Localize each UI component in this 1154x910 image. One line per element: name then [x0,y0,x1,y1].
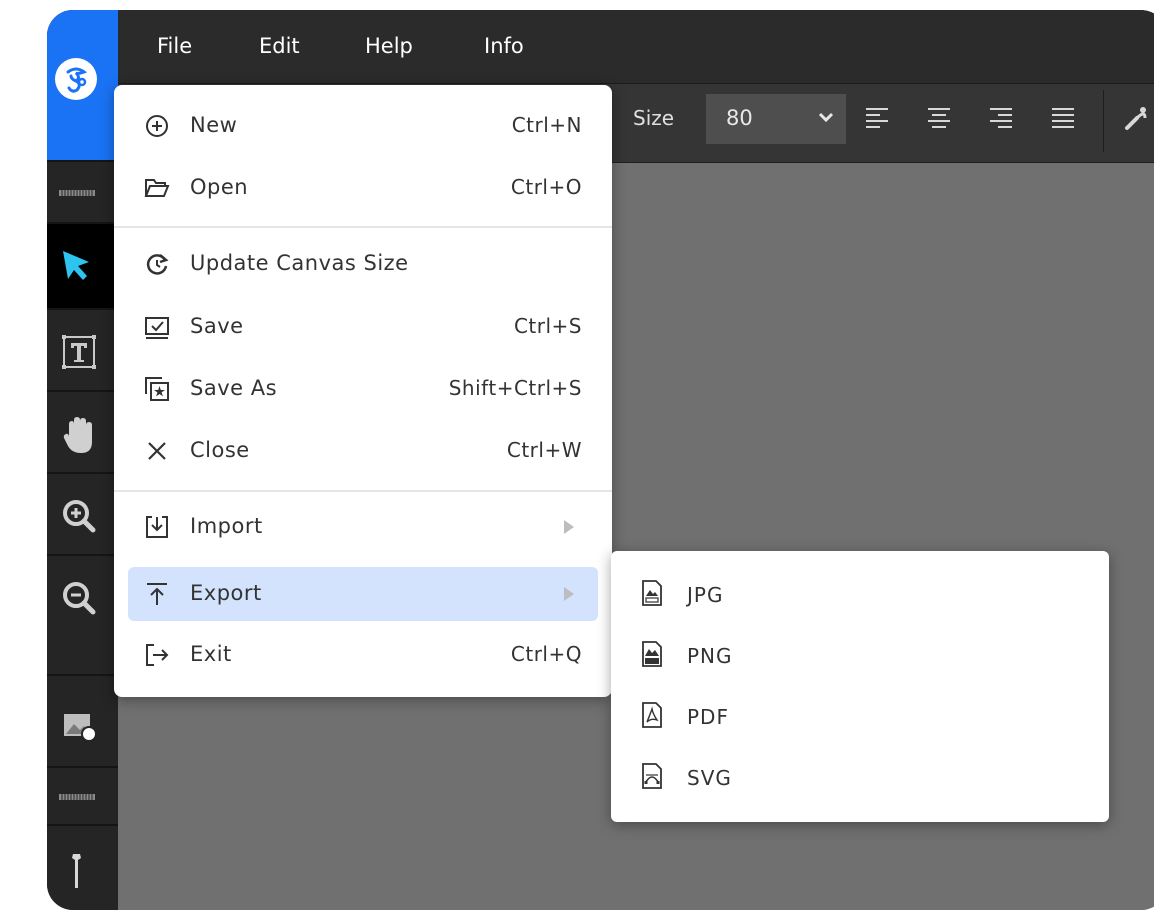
zoom-in-button[interactable] [47,474,118,554]
menu-divider [114,490,612,492]
image-shape-icon [64,714,97,742]
menu-item-label: Import [190,514,263,538]
export-jpg[interactable]: JPG [625,567,1095,621]
zoom-out-icon [63,582,96,615]
menu-item-shortcut: Ctrl+W [506,438,582,462]
app-logo-area [47,10,118,160]
menu-item-update-canvas-size[interactable]: Update Canvas Size [128,237,598,291]
export-icon [147,583,167,605]
align-left-icon[interactable] [864,106,890,132]
zoom-in-icon [63,500,96,533]
export-format-label: SVG [687,766,732,790]
export-format-label: PNG [687,644,733,668]
app-logo-icon [55,58,97,100]
brush-tool-button[interactable] [47,826,118,906]
file-menu-dropdown: New Ctrl+N Open Ctrl+O Update Canvas Siz… [114,85,612,697]
export-pdf[interactable]: PDF [625,689,1095,743]
grip-handle-icon[interactable] [59,188,95,198]
hand-icon [63,417,92,453]
menu-item-export[interactable]: Export [128,567,598,621]
menu-item-exit[interactable]: Exit Ctrl+Q [128,628,598,682]
text-box-icon [62,335,96,369]
align-right-icon[interactable] [988,106,1014,132]
menu-item-save[interactable]: Save Ctrl+S [128,300,598,354]
toolbar-divider [1103,90,1104,152]
refresh-icon [146,254,169,275]
brush-icon [72,854,81,888]
submenu-arrow-icon [564,587,574,601]
pdf-file-icon [642,702,662,728]
menu-edit[interactable]: Edit [259,34,300,58]
image-tool-button[interactable] [47,676,118,766]
menu-item-shortcut: Ctrl+N [511,113,582,137]
font-size-select[interactable]: 80 [706,94,846,144]
menu-item-shortcut: Shift+Ctrl+S [448,376,582,400]
exit-icon [146,644,169,666]
menu-item-new[interactable]: New Ctrl+N [128,99,598,153]
align-center-icon[interactable] [926,106,952,132]
menu-bar: File Edit Help Info [118,10,1154,84]
folder-open-icon [144,179,170,197]
menu-file[interactable]: File [157,34,192,58]
menu-item-label: Open [190,175,249,199]
font-size-value: 80 [726,106,753,130]
import-icon [146,516,168,538]
save-icon [145,317,169,339]
size-label: Size [633,106,675,130]
plus-circle-icon [146,115,168,137]
menu-item-shortcut: Ctrl+S [513,314,582,338]
color-picker-icon[interactable] [1121,104,1151,134]
pan-tool-button[interactable] [47,392,118,472]
submenu-arrow-icon [564,520,574,534]
menu-item-label: Export [190,581,262,605]
export-png[interactable]: PNG [625,628,1095,682]
menu-help[interactable]: Help [365,34,413,58]
menu-item-open[interactable]: Open Ctrl+O [128,161,598,215]
chevron-down-icon [818,112,834,123]
menu-item-close[interactable]: Close Ctrl+W [128,424,598,478]
align-justify-icon[interactable] [1050,106,1076,132]
text-tool-button[interactable] [47,310,118,390]
export-format-label: PDF [687,705,729,729]
save-as-icon [145,377,169,401]
sidebar-divider [47,160,118,162]
arrow-cursor-icon [63,251,89,280]
menu-item-label: New [190,113,238,137]
menu-item-save-as[interactable]: Save As Shift+Ctrl+S [128,362,598,416]
close-icon [148,442,166,460]
export-format-label: JPG [687,583,724,607]
menu-item-shortcut: Ctrl+O [510,175,582,199]
zoom-out-button[interactable] [47,556,118,636]
menu-item-label: Update Canvas Size [190,251,409,275]
menu-item-label: Save [190,314,244,338]
menu-info[interactable]: Info [484,34,524,58]
jpg-file-icon [642,580,662,606]
menu-item-shortcut: Ctrl+Q [510,642,582,666]
menu-item-label: Save As [190,376,278,400]
png-file-icon [642,641,662,667]
export-svg[interactable]: SVG [625,750,1095,804]
grip-handle-icon[interactable] [59,792,95,802]
menu-item-label: Exit [190,642,232,666]
svg-file-icon [642,763,662,789]
menu-item-import[interactable]: Import [128,500,598,554]
menu-item-label: Close [190,438,250,462]
select-tool-button[interactable] [47,224,118,308]
tool-sidebar [47,10,118,910]
sidebar-divider [47,766,118,768]
menu-divider [114,226,612,228]
export-submenu: JPG PNG PDF SVG [611,551,1109,822]
